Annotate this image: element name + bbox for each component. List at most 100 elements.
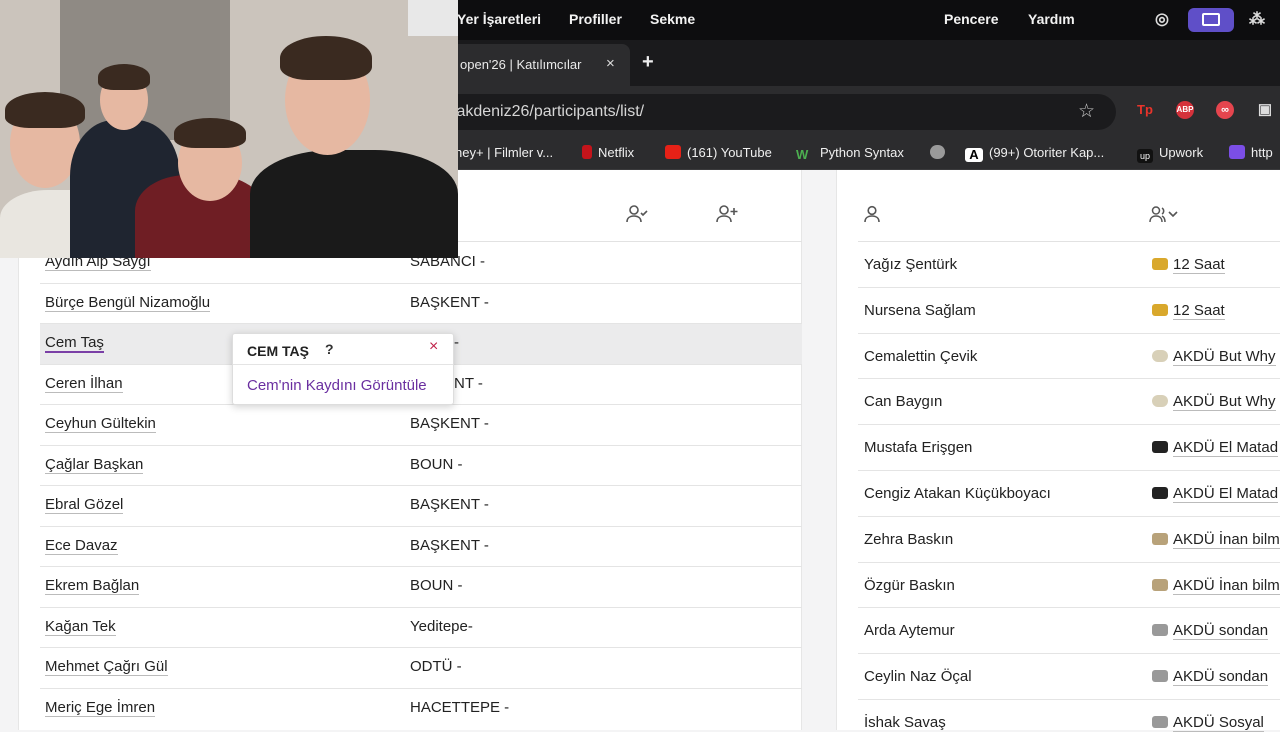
speaker-name: Arda Aytemur: [864, 622, 955, 640]
team-name[interactable]: AKDÜ El Matad: [1173, 439, 1279, 458]
taco-icon: [1152, 303, 1168, 316]
new-tab-button[interactable]: +: [642, 51, 654, 74]
extension-infinity-icon[interactable]: ∞: [1216, 101, 1234, 119]
control-center-icon[interactable]: ⁂: [1246, 9, 1268, 31]
group-expand-icon[interactable]: [1149, 205, 1183, 225]
menu-bookmarks[interactable]: Yer İşaretleri: [457, 11, 541, 27]
team-name[interactable]: AKDÜ sondan: [1173, 622, 1269, 641]
table-row[interactable]: Zehra Baskın AKDÜ İnan bilm: [858, 517, 1280, 563]
table-row[interactable]: Mehmet Çağrı Gül ODTÜ -: [40, 648, 802, 689]
flatbread-icon: [1152, 349, 1168, 362]
table-row[interactable]: Ceyhun Gültekin BAŞKENT -: [40, 405, 802, 446]
participant-school: NT -: [454, 374, 483, 392]
table-row[interactable]: Ebral Gözel BAŞKENT -: [40, 486, 802, 527]
table-row[interactable]: Kağan Tek Yeditepe-: [40, 608, 802, 648]
user-check-icon[interactable]: [626, 204, 648, 224]
table-row[interactable]: Meriç Ege İmren HACETTEPE -: [40, 689, 802, 721]
participant-name[interactable]: Ceren İlhan: [45, 375, 123, 393]
url-text: /akdeniz26/participants/list/: [452, 103, 645, 120]
participant-name[interactable]: Ebral Gözel: [45, 496, 124, 514]
globe-icon[interactable]: ◎: [1151, 9, 1173, 31]
scroll-icon: [1152, 532, 1168, 545]
view-registration-link[interactable]: Cem'nin Kaydını Görüntüle: [247, 377, 427, 394]
team-name[interactable]: AKDÜ Sosyal: [1173, 714, 1264, 732]
extension-abp-icon[interactable]: ABP: [1176, 101, 1194, 119]
participant-popover: CEM TAŞ ? × Cem'nin Kaydını Görüntüle: [232, 333, 454, 405]
menu-profiles[interactable]: Profiller: [569, 11, 622, 27]
participant-name[interactable]: Ece Davaz: [45, 537, 118, 555]
participant-school: BAŞKENT -: [410, 415, 489, 432]
flatbread-icon: [1152, 395, 1168, 408]
address-bar[interactable]: /akdeniz26/participants/list/ ☆: [440, 94, 1116, 130]
bookmark-disney[interactable]: ney+ | Filmler v...: [455, 145, 553, 160]
extension-tp-icon[interactable]: Tp: [1136, 101, 1154, 119]
team-name[interactable]: AKDÜ İnan bilm: [1173, 577, 1280, 595]
table-row[interactable]: Arda Aytemur AKDÜ sondan: [858, 608, 1280, 655]
tab-title: open'26 | Katılımcılar: [460, 57, 582, 72]
table-row[interactable]: Ekrem Bağlan BOUN -: [40, 567, 802, 608]
team-name[interactable]: AKDÜ But Why: [1173, 348, 1276, 366]
chain-icon: [1152, 716, 1168, 728]
menu-tab[interactable]: Sekme: [650, 11, 695, 27]
participant-school: BAŞKENT -: [410, 293, 489, 311]
extensions-puzzle-icon[interactable]: ▣: [1256, 101, 1274, 119]
upwork-icon: up: [1137, 149, 1153, 163]
table-row[interactable]: Çağlar Başkan BOUN -: [40, 446, 802, 486]
w-logo-icon: W: [796, 147, 809, 162]
bookmark-youtube[interactable]: (161) YouTube: [665, 145, 772, 160]
bookmark-http[interactable]: http: [1229, 145, 1273, 160]
participant-school: BOUN -: [410, 577, 463, 594]
table-row[interactable]: Cengiz Atakan Küçükboyacı AKDÜ El Matad: [858, 471, 1280, 517]
flag-icon: [1152, 441, 1168, 454]
close-tab-icon[interactable]: ×: [606, 55, 615, 72]
webcam-overlay: [0, 0, 458, 258]
help-icon[interactable]: ?: [325, 341, 341, 357]
table-row[interactable]: Özgür Baskın AKDÜ İnan bilm: [858, 563, 1280, 609]
table-row[interactable]: Nursena Sağlam 12 Saat: [858, 288, 1280, 334]
table-row[interactable]: Bürçe Bengül Nizamoğlu BAŞKENT -: [40, 284, 802, 324]
participant-name[interactable]: Cem Taş: [45, 334, 104, 353]
team-name[interactable]: AKDÜ El Matad: [1173, 485, 1279, 503]
team-name[interactable]: AKDÜ But Why: [1173, 393, 1276, 412]
chain-icon: [1152, 624, 1168, 637]
participant-school: BAŞKENT -: [410, 536, 489, 554]
divider: [233, 364, 453, 365]
team-name[interactable]: 12 Saat: [1173, 302, 1225, 320]
youtube-icon: [665, 145, 681, 159]
table-row[interactable]: Cemalettin Çevik AKDÜ But Why: [858, 334, 1280, 380]
bookmark-globe[interactable]: [930, 145, 951, 160]
bookmark-otoriter[interactable]: A (99+) Otoriter Kap...: [965, 145, 1104, 162]
team-name[interactable]: 12 Saat: [1173, 256, 1225, 274]
a-logo-icon: A: [965, 148, 983, 162]
participant-name[interactable]: Çağlar Başkan: [45, 456, 144, 474]
menu-help[interactable]: Yardım: [1028, 11, 1075, 27]
table-row[interactable]: Can Baygın AKDÜ But Why: [858, 379, 1280, 426]
participant-name[interactable]: Mehmet Çağrı Gül: [45, 658, 168, 676]
tab-participants[interactable]: open'26 | Katılımcılar ×: [448, 44, 630, 86]
participant-name[interactable]: Meriç Ege İmren: [45, 699, 156, 717]
team-name[interactable]: AKDÜ sondan: [1173, 668, 1269, 687]
table-row[interactable]: Mustafa Erişgen AKDÜ El Matad: [858, 425, 1280, 471]
menu-window[interactable]: Pencere: [944, 11, 998, 27]
speaker-name: Cemalettin Çevik: [864, 347, 978, 365]
participant-name[interactable]: Ekrem Bağlan: [45, 577, 140, 595]
table-row[interactable]: Ece Davaz BAŞKENT -: [40, 527, 802, 567]
speaker-name: Yağız Şentürk: [864, 256, 958, 273]
close-icon[interactable]: ×: [429, 338, 438, 356]
participant-name[interactable]: Bürçe Bengül Nizamoğlu: [45, 294, 211, 312]
bookmark-netflix[interactable]: Netflix: [582, 145, 634, 160]
participant-name[interactable]: Ceyhun Gültekin: [45, 415, 156, 433]
participant-name[interactable]: Kağan Tek: [45, 618, 116, 636]
bookmark-upwork[interactable]: up Upwork: [1137, 145, 1203, 163]
bookmark-star-icon[interactable]: ☆: [1078, 100, 1095, 123]
taco-icon: [1152, 258, 1168, 270]
user-add-icon[interactable]: [716, 204, 738, 224]
team-name[interactable]: AKDÜ İnan bilm: [1173, 531, 1280, 549]
person-icon[interactable]: [863, 205, 885, 225]
bookmark-python-syntax[interactable]: W Python Syntax: [796, 145, 904, 162]
participant-school: BAŞKENT -: [410, 496, 489, 513]
table-row[interactable]: İshak Savaş AKDÜ Sosyal: [858, 700, 1280, 732]
table-row[interactable]: Yağız Şentürk 12 Saat: [858, 242, 1280, 288]
screen-share-icon[interactable]: [1188, 8, 1234, 32]
table-row[interactable]: Ceylin Naz Öçal AKDÜ sondan: [858, 654, 1280, 700]
